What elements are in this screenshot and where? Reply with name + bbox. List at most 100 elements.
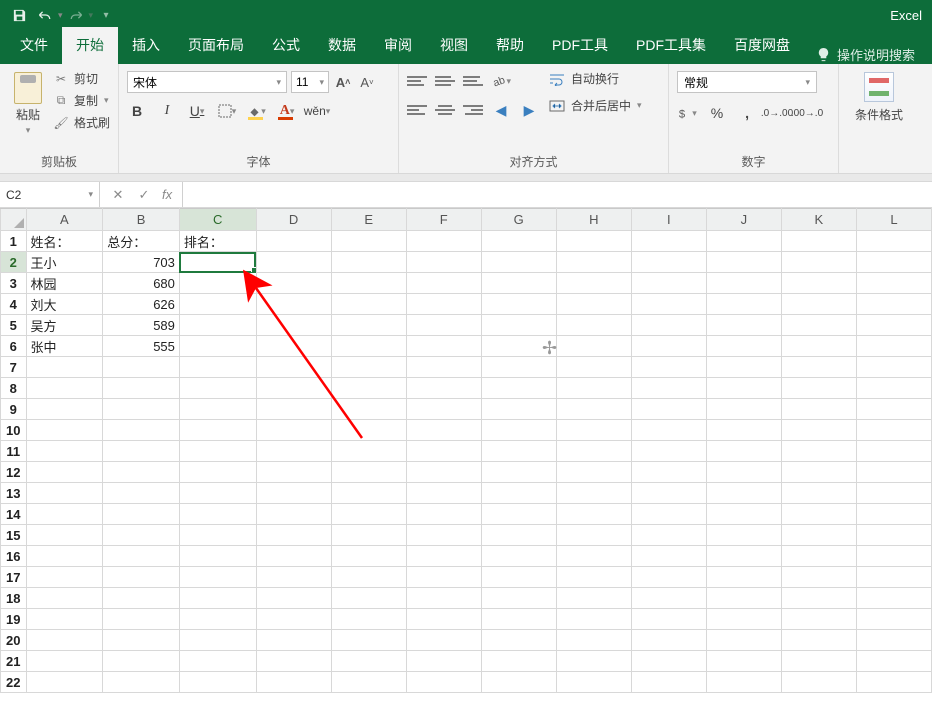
column-header-F[interactable]: F — [406, 209, 481, 231]
cell-E14[interactable] — [331, 504, 406, 525]
font-color-button[interactable]: A▾ — [277, 101, 297, 121]
cell-E19[interactable] — [331, 609, 406, 630]
cell-F15[interactable] — [406, 525, 481, 546]
increase-font-icon[interactable]: A˄ — [333, 72, 353, 92]
cell-F9[interactable] — [406, 399, 481, 420]
cell-E6[interactable] — [331, 336, 406, 357]
cell-I10[interactable] — [631, 420, 706, 441]
cell-B18[interactable] — [103, 588, 180, 609]
cell-D5[interactable] — [256, 315, 331, 336]
spreadsheet-grid[interactable]: ABCDEFGHIJKL 1姓名：总分：排名：2王小7033林园6804刘大62… — [0, 208, 932, 720]
cell-G8[interactable] — [481, 378, 556, 399]
cell-E7[interactable] — [331, 357, 406, 378]
cell-K11[interactable] — [781, 441, 856, 462]
cell-F20[interactable] — [406, 630, 481, 651]
cell-B6[interactable]: 555 — [103, 336, 180, 357]
cell-H19[interactable] — [556, 609, 631, 630]
fx-icon[interactable]: fx — [158, 187, 176, 202]
cell-C9[interactable] — [179, 399, 256, 420]
cell-K12[interactable] — [781, 462, 856, 483]
bold-button[interactable]: B — [127, 101, 147, 121]
column-header-E[interactable]: E — [331, 209, 406, 231]
cell-F1[interactable] — [406, 231, 481, 252]
row-header-17[interactable]: 17 — [1, 567, 27, 588]
align-center-icon[interactable] — [435, 101, 455, 119]
cell-D9[interactable] — [256, 399, 331, 420]
cell-G16[interactable] — [481, 546, 556, 567]
cut-button[interactable]: ✂ 剪切 — [54, 70, 110, 87]
cell-G20[interactable] — [481, 630, 556, 651]
row-header-10[interactable]: 10 — [1, 420, 27, 441]
cell-B14[interactable] — [103, 504, 180, 525]
cell-A3[interactable]: 林园 — [26, 273, 103, 294]
paste-dropdown-icon[interactable]: ▾ — [26, 125, 31, 136]
cell-B13[interactable] — [103, 483, 180, 504]
cell-A21[interactable] — [26, 651, 103, 672]
tab-insert[interactable]: 插入 — [118, 27, 174, 64]
cell-D3[interactable] — [256, 273, 331, 294]
cell-K14[interactable] — [781, 504, 856, 525]
cell-B16[interactable] — [103, 546, 180, 567]
cell-A11[interactable] — [26, 441, 103, 462]
cell-B4[interactable]: 626 — [103, 294, 180, 315]
column-header-I[interactable]: I — [631, 209, 706, 231]
cell-A5[interactable]: 吴方 — [26, 315, 103, 336]
cell-K16[interactable] — [781, 546, 856, 567]
cell-A10[interactable] — [26, 420, 103, 441]
cell-I7[interactable] — [631, 357, 706, 378]
paste-button[interactable]: 粘贴 ▾ — [8, 68, 48, 136]
align-left-icon[interactable] — [407, 101, 427, 119]
cell-E13[interactable] — [331, 483, 406, 504]
cell-L9[interactable] — [856, 399, 931, 420]
cell-L18[interactable] — [856, 588, 931, 609]
cell-L10[interactable] — [856, 420, 931, 441]
cell-A9[interactable] — [26, 399, 103, 420]
comma-format-button[interactable]: , — [737, 103, 757, 123]
cell-L2[interactable] — [856, 252, 931, 273]
cell-F3[interactable] — [406, 273, 481, 294]
cell-E11[interactable] — [331, 441, 406, 462]
cell-K21[interactable] — [781, 651, 856, 672]
cell-C16[interactable] — [179, 546, 256, 567]
cell-B19[interactable] — [103, 609, 180, 630]
cell-J2[interactable] — [706, 252, 781, 273]
cell-I12[interactable] — [631, 462, 706, 483]
tab-home[interactable]: 开始 — [62, 27, 118, 64]
cell-G15[interactable] — [481, 525, 556, 546]
cell-K15[interactable] — [781, 525, 856, 546]
cell-J20[interactable] — [706, 630, 781, 651]
cell-F4[interactable] — [406, 294, 481, 315]
row-header-22[interactable]: 22 — [1, 672, 27, 693]
cell-L21[interactable] — [856, 651, 931, 672]
cell-H14[interactable] — [556, 504, 631, 525]
decrease-font-icon[interactable]: A˅ — [357, 72, 377, 92]
cell-G2[interactable] — [481, 252, 556, 273]
cell-F21[interactable] — [406, 651, 481, 672]
cell-G10[interactable] — [481, 420, 556, 441]
qat-redo-icon[interactable] — [63, 2, 89, 28]
cell-C18[interactable] — [179, 588, 256, 609]
cell-E18[interactable] — [331, 588, 406, 609]
cell-J3[interactable] — [706, 273, 781, 294]
cell-F11[interactable] — [406, 441, 481, 462]
cell-I16[interactable] — [631, 546, 706, 567]
tab-formulas[interactable]: 公式 — [258, 27, 314, 64]
cell-J12[interactable] — [706, 462, 781, 483]
cell-B9[interactable] — [103, 399, 180, 420]
cell-J14[interactable] — [706, 504, 781, 525]
cell-A15[interactable] — [26, 525, 103, 546]
cell-J1[interactable] — [706, 231, 781, 252]
cell-A14[interactable] — [26, 504, 103, 525]
cell-B17[interactable] — [103, 567, 180, 588]
tab-page-layout[interactable]: 页面布局 — [174, 27, 258, 64]
cell-L19[interactable] — [856, 609, 931, 630]
cell-G6[interactable] — [481, 336, 556, 357]
cell-I22[interactable] — [631, 672, 706, 693]
cell-K1[interactable] — [781, 231, 856, 252]
cell-L1[interactable] — [856, 231, 931, 252]
cell-K3[interactable] — [781, 273, 856, 294]
cell-L13[interactable] — [856, 483, 931, 504]
cell-G11[interactable] — [481, 441, 556, 462]
formula-input[interactable] — [182, 182, 932, 207]
italic-button[interactable]: I — [157, 101, 177, 121]
